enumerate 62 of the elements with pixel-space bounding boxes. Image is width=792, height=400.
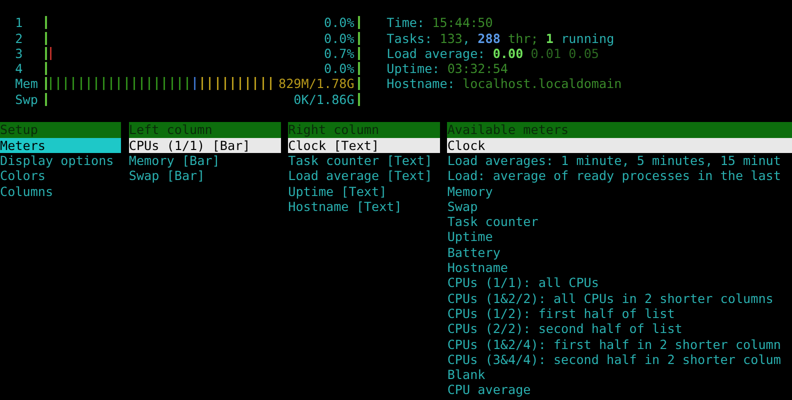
menu-item[interactable]: Clock [Text]: [288, 138, 440, 153]
menu-item[interactable]: CPUs (1&2/2): all CPUs in 2 shorter columns: [447, 290, 792, 306]
menu-item[interactable]: Task counter [Text]: [288, 152, 440, 168]
info-value: 0.00: [492, 46, 524, 62]
menu-item[interactable]: Memory: [447, 184, 792, 199]
menu-item[interactable]: Battery: [447, 244, 792, 260]
meter-label: Mem: [15, 76, 38, 92]
meter-reading: 0.7%: [324, 46, 354, 62]
info-value: 0.01: [530, 46, 562, 62]
meter-label: 4: [15, 61, 24, 76]
meter-label: 2: [15, 30, 24, 46]
info-value: 288: [478, 30, 500, 46]
info-label: Hostname:: [386, 76, 455, 92]
menu-item[interactable]: CPUs (3&4/4): second half in 2 shorter colum: [447, 352, 792, 368]
info-value: 15:44:50: [432, 15, 493, 31]
menu-item[interactable]: Clock: [447, 138, 792, 153]
menu-item[interactable]: Hostname [Text]: [288, 198, 440, 214]
menu-item[interactable]: Uptime [Text]: [288, 184, 440, 199]
panel-header: Right column: [288, 122, 440, 138]
menu-item[interactable]: Swap: [447, 198, 792, 214]
menu-item[interactable]: CPUs (2/2): second half of list: [447, 321, 792, 337]
menu-item[interactable]: Uptime: [447, 229, 792, 245]
menu-item[interactable]: Colors: [0, 168, 122, 184]
menu-item[interactable]: Hostname: [447, 260, 792, 276]
info-label: Load average:: [386, 46, 486, 62]
menu-item[interactable]: Swap [Bar]: [128, 168, 281, 184]
meter-label: 3: [15, 46, 24, 62]
meter-reading: 0.0%: [324, 15, 354, 31]
menu-item[interactable]: Meters: [0, 138, 122, 153]
info-label: Tasks:: [386, 30, 432, 46]
menu-item[interactable]: Display options: [0, 152, 122, 168]
menu-item[interactable]: Load averages: 1 minute, 5 minutes, 15 minut: [447, 152, 792, 168]
info-value: ,: [462, 30, 470, 46]
menu-item[interactable]: CPUs (1/1): all CPUs: [447, 275, 792, 291]
menu-item[interactable]: Blank: [447, 367, 792, 382]
info-value: thr;: [508, 30, 538, 46]
menu-item[interactable]: Memory [Bar]: [128, 152, 281, 168]
menu-item[interactable]: Load: average of ready processes in the last: [447, 168, 792, 184]
panel-header: Available meters: [447, 122, 792, 138]
panel-header: Left column: [128, 122, 281, 138]
menu-item[interactable]: Columns: [0, 184, 122, 199]
menu-item[interactable]: Task counter: [447, 214, 792, 230]
info-value: 1: [546, 30, 554, 46]
menu-item[interactable]: CPUs (1/2): first half of list: [447, 306, 792, 322]
meter-label: Swp: [15, 92, 38, 108]
menu-item[interactable]: Load average [Text]: [288, 168, 440, 184]
menu-item[interactable]: CPUs (1&2/4): first half in 2 shorter column: [447, 336, 792, 352]
meter-reading: 0K/1.86G: [294, 92, 354, 108]
menu-item[interactable]: CPU average: [447, 382, 792, 398]
info-label: Uptime:: [386, 61, 440, 76]
panel-header: Setup: [0, 122, 122, 138]
meter-label: 1: [15, 15, 24, 31]
info-value: running: [561, 30, 614, 46]
meter-reading: 0.0%: [324, 30, 354, 46]
info-label: Time:: [386, 15, 425, 31]
info-value: 0.05: [568, 46, 600, 62]
meter-reading: 0.0%: [324, 61, 354, 76]
info-value: localhost.localdomain: [462, 76, 622, 92]
info-value: 03:32:54: [447, 61, 508, 76]
menu-item[interactable]: CPUs (1/1) [Bar]: [128, 138, 281, 153]
meter-reading: 829M/1.78G: [278, 76, 354, 92]
info-value: 133: [440, 30, 462, 46]
